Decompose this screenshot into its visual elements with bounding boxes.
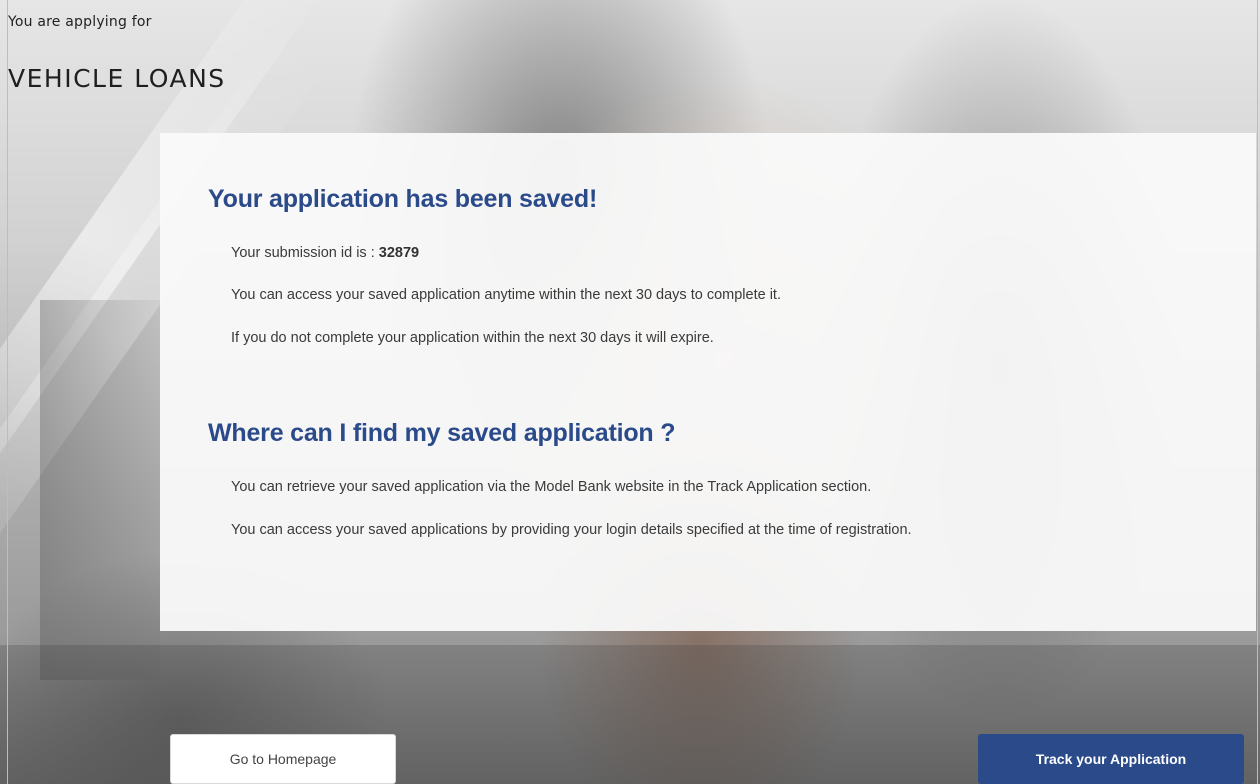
submission-id-value: 32879 <box>378 245 420 261</box>
submission-id-prefix: Your submission id is : <box>231 245 379 261</box>
retrieve-note: You can retrieve your saved application … <box>231 479 872 495</box>
applying-for-label: You are applying for <box>8 14 152 30</box>
access-note: You can access your saved application an… <box>231 287 781 303</box>
confirmation-card: Your application has been saved! Your su… <box>160 133 1256 631</box>
expire-note: If you do not complete your application … <box>231 330 714 346</box>
frame-right-border <box>1257 0 1258 784</box>
saved-heading: Your application has been saved! <box>208 185 598 213</box>
background-car-frame <box>40 300 160 680</box>
submission-id-line: Your submission id is : 32879 <box>231 245 419 261</box>
go-to-homepage-button[interactable]: Go to Homepage <box>170 734 396 784</box>
find-application-heading: Where can I find my saved application ? <box>208 419 676 447</box>
track-application-button[interactable]: Track your Application <box>978 734 1244 784</box>
frame-left-border <box>7 0 8 784</box>
login-note: You can access your saved applications b… <box>231 522 912 538</box>
product-title: VEHICLE LOANS <box>8 64 226 93</box>
